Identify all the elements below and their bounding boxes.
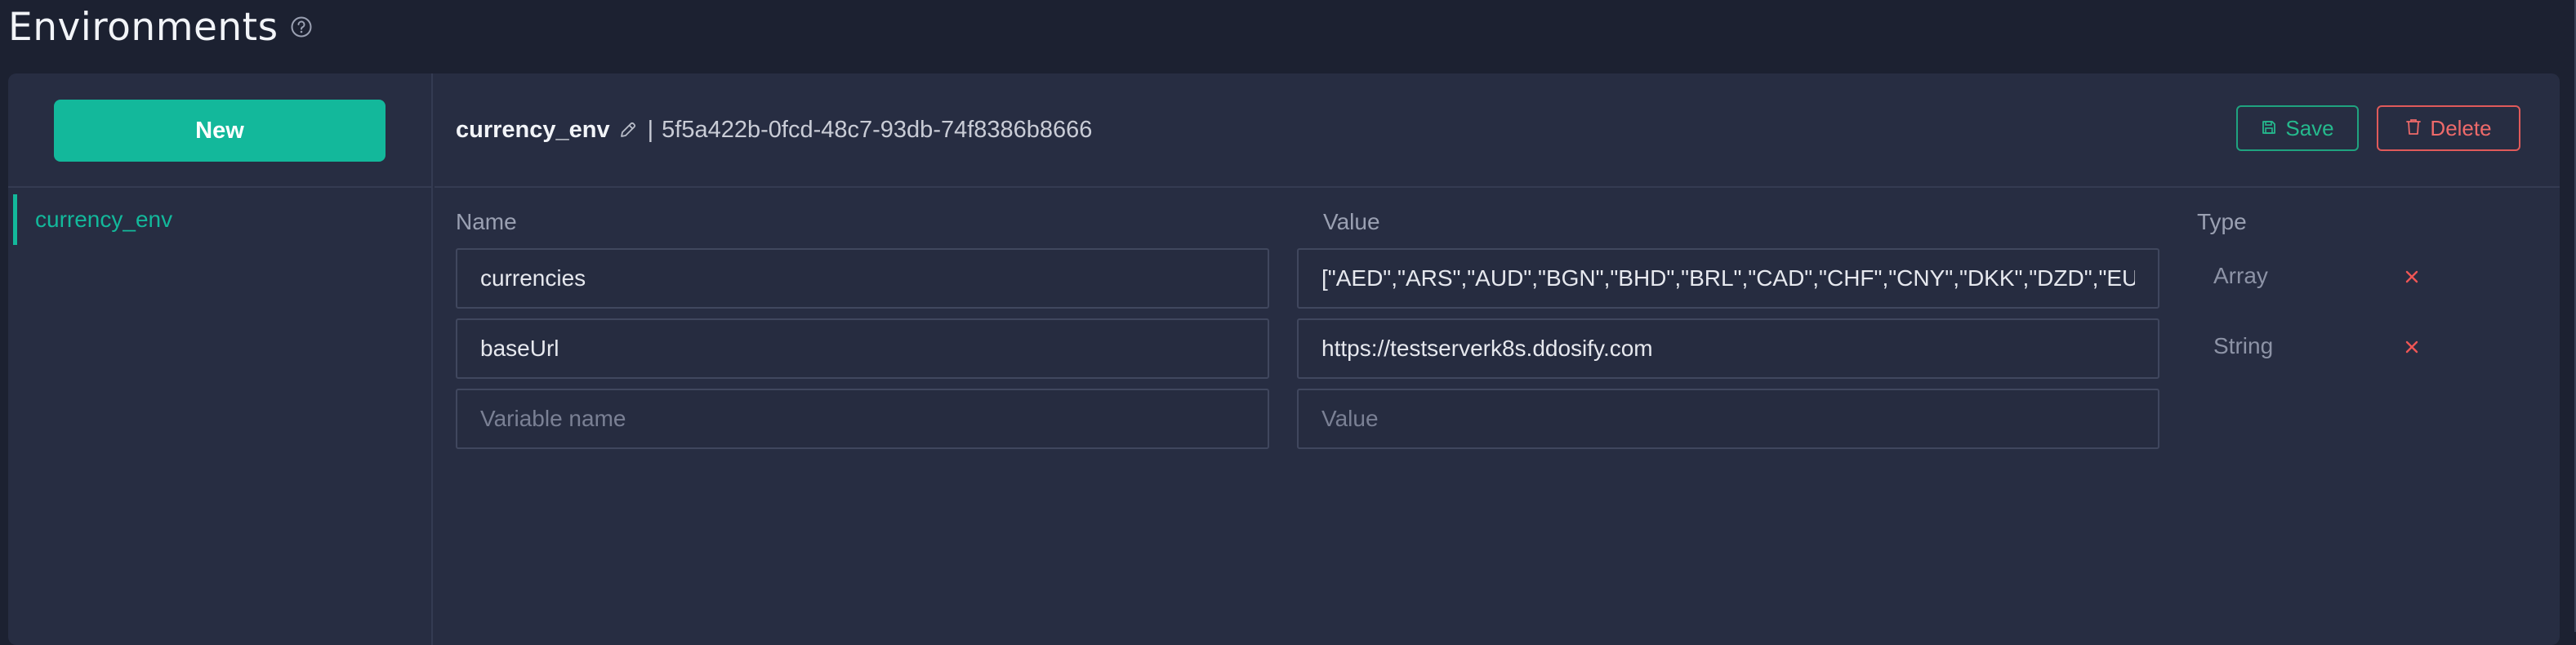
delete-button[interactable]: Delete	[2377, 105, 2520, 151]
new-variable-name-input[interactable]	[456, 389, 1269, 449]
question-circle-icon[interactable]	[290, 16, 313, 38]
environment-name: currency_env	[456, 117, 610, 144]
pencil-icon[interactable]	[618, 120, 638, 140]
column-header-value: Value	[1323, 209, 1380, 235]
remove-variable-icon[interactable]	[2400, 265, 2424, 289]
variable-value-input[interactable]	[1297, 318, 2159, 379]
environment-header: currency_env | 5f5a422b-0fcd-48c7-93db-7…	[435, 73, 2560, 188]
column-header-name: Name	[456, 209, 517, 235]
new-environment-button[interactable]: New	[54, 100, 386, 162]
trash-icon	[2405, 116, 2422, 141]
environment-editor: currency_env | 5f5a422b-0fcd-48c7-93db-7…	[435, 73, 2560, 645]
save-icon	[2261, 116, 2277, 141]
variable-type-label: String	[2213, 333, 2273, 359]
variable-type-label: Array	[2213, 263, 2268, 289]
sidebar-item-currency-env[interactable]: currency_env	[13, 194, 426, 245]
environments-sidebar: New currency_env	[8, 73, 433, 645]
remove-variable-icon[interactable]	[2400, 335, 2424, 359]
column-header-type: Type	[2197, 209, 2247, 235]
environment-id: 5f5a422b-0fcd-48c7-93db-74f8386b8666	[662, 117, 1092, 144]
page-header: Environments	[8, 0, 313, 54]
environments-panel: New currency_env currency_env | 5f5a422b…	[8, 73, 2560, 645]
page-title: Environments	[8, 5, 279, 50]
variable-name-input[interactable]	[456, 248, 1269, 309]
sidebar-header: New	[8, 73, 431, 188]
new-variable-value-input[interactable]	[1297, 389, 2159, 449]
variable-name-input[interactable]	[456, 318, 1269, 379]
header-separator: |	[648, 117, 654, 144]
save-label: Save	[2285, 116, 2333, 141]
delete-label: Delete	[2430, 116, 2491, 141]
sidebar-item-label: currency_env	[35, 207, 172, 233]
save-button[interactable]: Save	[2236, 105, 2359, 151]
variable-value-input[interactable]	[1297, 248, 2159, 309]
